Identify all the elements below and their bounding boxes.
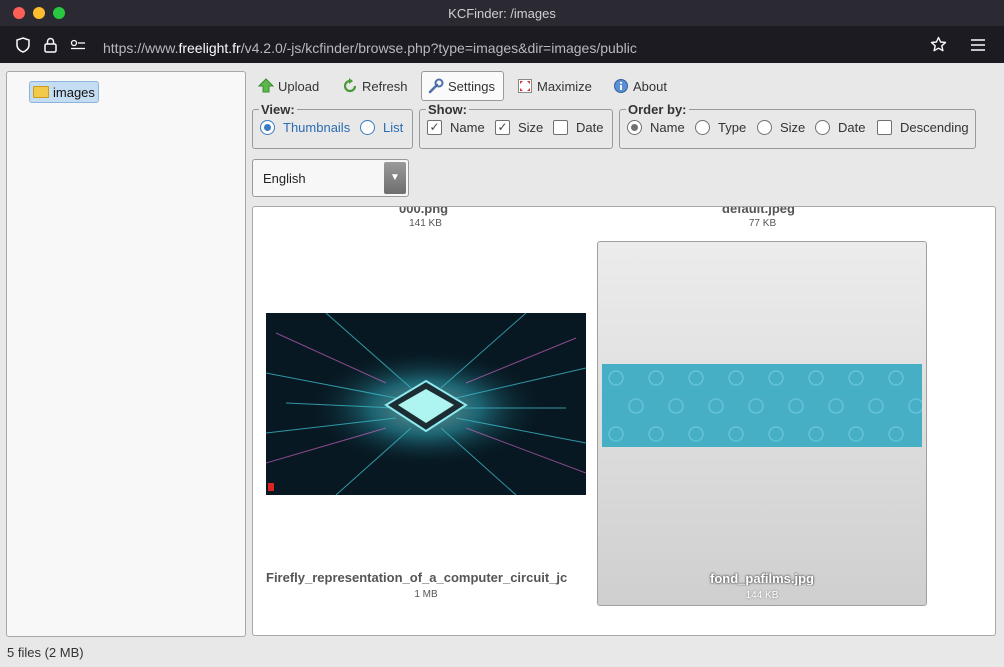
order-type-radio[interactable] — [695, 120, 710, 135]
view-list-label: List — [383, 120, 404, 135]
show-date-label: Date — [576, 120, 604, 135]
show-size-checkbox[interactable]: ✓ — [495, 120, 510, 135]
show-name-option[interactable]: ✓ Name — [427, 120, 485, 135]
window-title: KCFinder: /images — [448, 6, 556, 21]
refresh-label: Refresh — [362, 78, 408, 94]
url-bar: https://www.freelight.fr/v4.2.0/-js/kcfi… — [0, 26, 1004, 63]
order-legend: Order by: — [626, 102, 689, 117]
order-descending-label: Descending — [900, 120, 969, 135]
show-date-option[interactable]: Date — [553, 120, 603, 135]
file-name: default.jpeg — [722, 206, 795, 216]
order-type-label: Type — [718, 120, 747, 135]
title-bar: KCFinder: /images — [0, 0, 1004, 26]
order-type-option[interactable]: Type — [695, 120, 746, 135]
tree-item-images[interactable]: images — [29, 81, 99, 103]
shield-icon[interactable] — [16, 37, 30, 56]
show-legend: Show: — [426, 102, 469, 117]
file-name: 000.png — [399, 206, 449, 216]
upload-label: Upload — [278, 78, 320, 94]
refresh-button[interactable]: Refresh — [342, 71, 408, 101]
file-name: fond_pafilms.jpg — [710, 571, 814, 586]
about-label: About — [633, 78, 667, 94]
view-legend: View: — [259, 102, 297, 117]
view-thumbnails-option[interactable]: Thumbnails — [260, 120, 350, 135]
tree-item-label: images — [53, 84, 95, 100]
folder-icon — [33, 86, 49, 98]
view-group: View: Thumbnails List — [252, 102, 413, 149]
file-size: 1 MB — [414, 589, 438, 600]
order-size-label: Size — [780, 120, 806, 135]
menu-icon[interactable] — [971, 38, 985, 54]
upload-icon — [258, 78, 274, 94]
url-host: freelight.fr — [178, 40, 241, 56]
view-thumbnails-radio[interactable] — [260, 120, 275, 135]
order-descending-option[interactable]: Descending — [877, 120, 969, 135]
file-size: 144 KB — [745, 590, 779, 601]
kcfinder-app: images Upload Refresh Settings Maximize … — [0, 63, 1004, 667]
folder-tree: images — [6, 71, 246, 637]
teal-banner-thumbnail — [602, 364, 922, 447]
show-name-label: Name — [450, 120, 485, 135]
file-name: Firefly_representation_of_a_computer_cir… — [266, 570, 568, 585]
info-icon — [613, 78, 629, 94]
order-size-radio[interactable] — [757, 120, 772, 135]
settings-label: Settings — [448, 78, 495, 94]
order-date-label: Date — [838, 120, 866, 135]
order-name-radio[interactable] — [627, 120, 642, 135]
maximize-label: Maximize — [537, 78, 592, 94]
show-group: Show: ✓ Name ✓ Size Date — [419, 102, 613, 149]
show-name-checkbox[interactable]: ✓ — [427, 120, 442, 135]
show-date-checkbox[interactable] — [553, 120, 568, 135]
settings-button[interactable]: Settings — [421, 71, 504, 101]
language-select[interactable]: English ▼ — [252, 159, 409, 197]
refresh-icon — [342, 78, 358, 94]
circuit-thumbnail — [266, 313, 586, 495]
language-value: English — [263, 171, 306, 186]
lock-icon[interactable] — [44, 37, 57, 56]
url-path: /v4.2.0/-js/kcfinder/browse.php?type=ima… — [240, 40, 637, 56]
file-item-3[interactable]: fond_pafilms.jpg 144 KB — [597, 241, 927, 606]
view-thumbnails-label: Thumbnails — [283, 120, 351, 135]
upload-button[interactable]: Upload — [258, 71, 319, 101]
address-field[interactable]: https://www.freelight.fr/v4.2.0/-js/kcfi… — [6, 29, 962, 60]
url-scheme: https://www. — [103, 40, 179, 56]
chevron-down-icon[interactable]: ▼ — [384, 162, 406, 194]
show-size-option[interactable]: ✓ Size — [495, 120, 543, 135]
status-bar: 5 files (2 MB) — [7, 645, 84, 660]
permissions-icon[interactable] — [70, 38, 86, 54]
maximize-icon — [517, 78, 533, 94]
file-size: 141 KB — [409, 218, 442, 229]
order-date-radio[interactable] — [815, 120, 830, 135]
wrench-icon — [428, 78, 444, 94]
show-size-label: Size — [518, 120, 544, 135]
order-name-option[interactable]: Name — [627, 120, 685, 135]
order-group: Order by: Name Type Size Date Descending — [619, 102, 976, 149]
order-size-option[interactable]: Size — [757, 120, 805, 135]
order-descending-checkbox[interactable] — [877, 120, 892, 135]
about-button[interactable]: About — [613, 71, 667, 101]
maximize-button[interactable]: Maximize — [517, 71, 592, 101]
view-list-option[interactable]: List — [360, 120, 403, 135]
order-date-option[interactable]: Date — [815, 120, 865, 135]
file-area: 000.png 141 KB default.jpeg 77 KB Firefl… — [252, 206, 996, 636]
file-size: 77 KB — [748, 218, 777, 229]
order-name-label: Name — [650, 120, 685, 135]
view-list-radio[interactable] — [360, 120, 375, 135]
url-text[interactable]: https://www.freelight.fr/v4.2.0/-js/kcfi… — [103, 40, 637, 56]
bookmark-star-icon[interactable] — [930, 36, 947, 56]
